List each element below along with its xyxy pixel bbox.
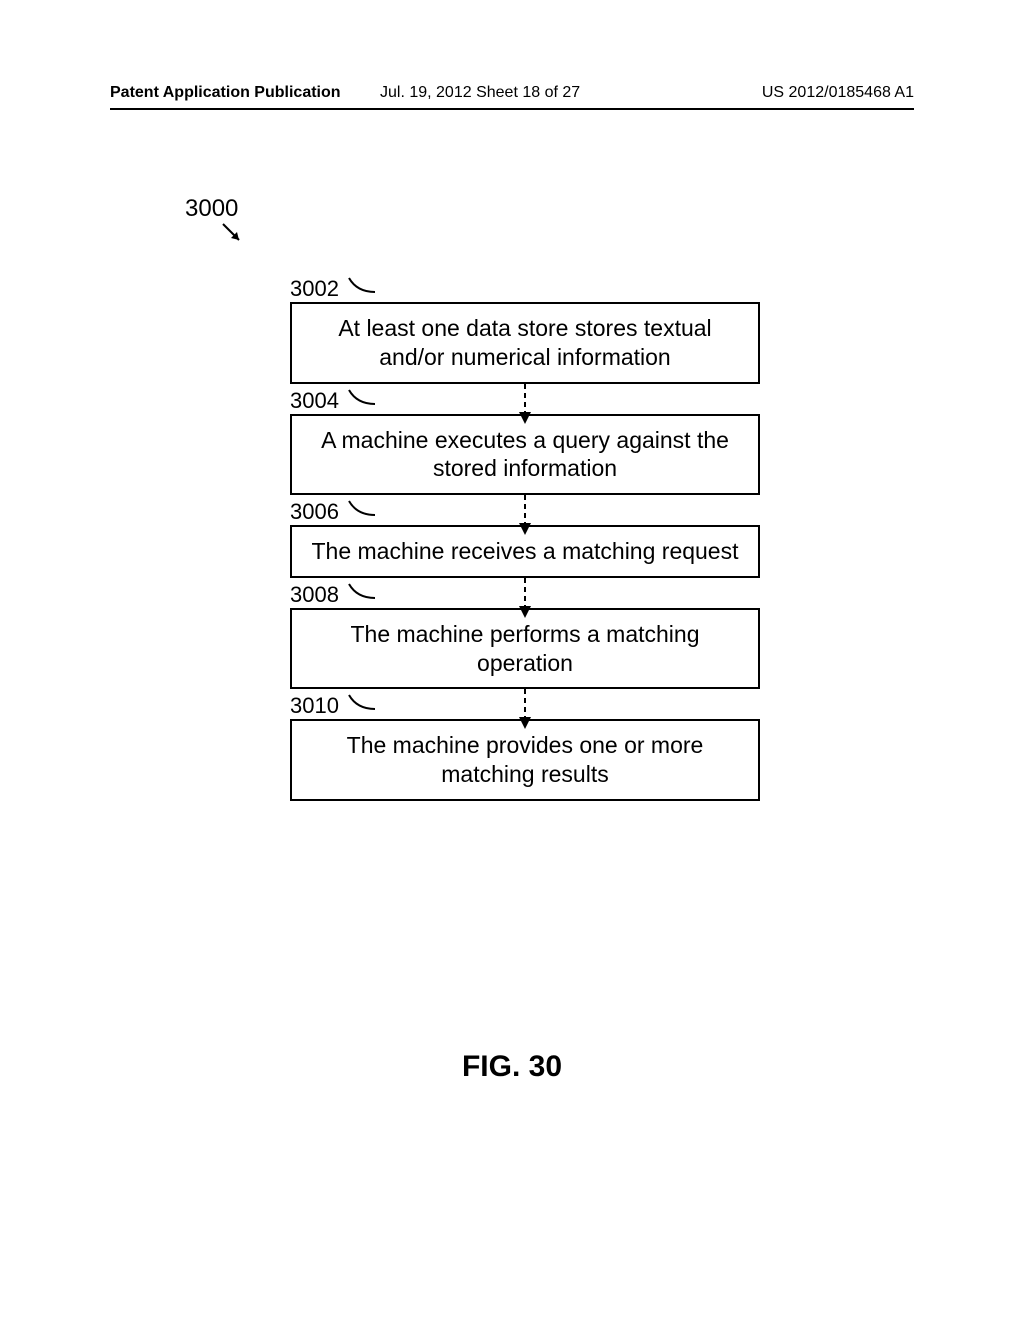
step-number: 3002 (290, 272, 760, 302)
down-arrow-icon (518, 384, 532, 424)
flow-arrow (290, 495, 760, 535)
figure-caption: FIG. 30 (0, 1050, 1024, 1084)
down-arrow-icon (518, 578, 532, 618)
flow-step-box: The machine performs a matching operatio… (290, 608, 760, 690)
reference-arrow-icon (221, 222, 245, 246)
diagram-reference-number: 3000 (185, 195, 238, 223)
flow-arrow (290, 384, 760, 424)
label-connector-icon (345, 272, 389, 296)
header-right: US 2012/0185468 A1 (762, 84, 914, 102)
step-number-text: 3002 (290, 276, 339, 301)
flow-arrow (290, 578, 760, 618)
flowchart: 3002 At least one data store stores text… (290, 270, 760, 801)
flow-step-box: At least one data store stores textual a… (290, 302, 760, 384)
down-arrow-icon (518, 689, 532, 729)
flow-arrow (290, 689, 760, 729)
down-arrow-icon (518, 495, 532, 535)
flow-step-box: The machine provides one or more matchin… (290, 719, 760, 801)
flow-step-box: A machine executes a query against the s… (290, 414, 760, 496)
header-mid: Jul. 19, 2012 Sheet 18 of 27 (380, 84, 580, 102)
header-left: Patent Application Publication (110, 84, 341, 102)
header-rule (110, 108, 914, 110)
